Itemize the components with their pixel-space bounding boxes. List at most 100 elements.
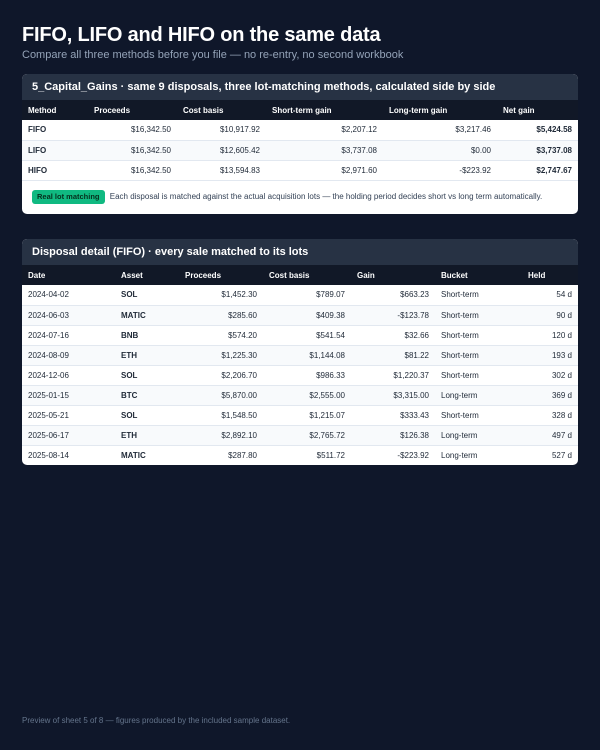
method-cell: HIFO bbox=[28, 165, 48, 175]
method-cell: FIFO bbox=[22, 120, 88, 141]
table-row[interactable]: 2024-06-03 MATIC $285.60 $409.38 -$123.78 Sho… bbox=[22, 305, 578, 326]
gain-cell: -$223.92 bbox=[397, 450, 429, 460]
held-cell: 527 d bbox=[551, 450, 572, 460]
cost-basis-cell: $2,555.00 bbox=[263, 385, 351, 406]
short-term-cell: $3,737.08 bbox=[266, 140, 383, 161]
proceeds-cell: $285.60 bbox=[179, 305, 263, 326]
asset-cell: ETH bbox=[115, 425, 179, 446]
proceeds-cell: $2,206.70 bbox=[179, 365, 263, 386]
long-term-cell: $3,217.46 bbox=[383, 120, 497, 141]
table-row[interactable]: 2025-01-15 BTC $5,870.00 $2,555.00 $3,315.00… bbox=[22, 385, 578, 406]
summary-card: 5_Capital_Gains · same 9 disposals, thre… bbox=[22, 74, 578, 214]
asset-cell: SOL bbox=[115, 405, 179, 426]
footer-note: Preview of sheet 5 of 8 — figures produc… bbox=[22, 716, 291, 725]
summary-header-row: Method Proceeds Cost basis Short-term ga… bbox=[22, 100, 578, 120]
page: FIFO, LIFO and HIFO on the same data Com… bbox=[0, 0, 600, 750]
gain-cell: -$123.78 bbox=[351, 305, 435, 326]
col-cost-basis[interactable]: Cost basis bbox=[263, 265, 351, 285]
table-row[interactable]: 2024-08-09 ETH $1,225.30 $1,144.08 $81.22 Sho… bbox=[22, 345, 578, 366]
summary-heading: 5_Capital_Gains · same 9 disposals, thre… bbox=[22, 74, 578, 100]
cost-basis-cell: $1,144.08 bbox=[263, 345, 351, 366]
col-held[interactable]: Held bbox=[522, 265, 578, 285]
table-row[interactable]: 2025-06-17 ETH $2,892.10 $2,765.72 $126.38 Lo… bbox=[22, 425, 578, 446]
held-cell: 90 d bbox=[522, 305, 578, 326]
table-row[interactable]: 2024-12-06 SOL $2,206.70 $986.33 $1,220.37 Sh… bbox=[22, 365, 578, 386]
proceeds-cell: $5,870.00 bbox=[179, 385, 263, 406]
cost-basis-cell: $1,215.07 bbox=[263, 405, 351, 426]
col-proceeds[interactable]: Proceeds bbox=[88, 100, 177, 120]
proceeds-cell: $574.20 bbox=[179, 325, 263, 346]
date-cell: 2025-05-21 bbox=[22, 405, 115, 426]
real-lot-matching-badge: Real lot matching bbox=[32, 190, 105, 204]
bucket-cell: Short-term bbox=[435, 365, 522, 386]
gain-cell: $1,220.37 bbox=[351, 365, 435, 386]
cost-basis-cell: $986.33 bbox=[263, 365, 351, 386]
cost-basis-cell: $511.72 bbox=[316, 450, 345, 460]
table-row[interactable]: 2024-07-16 BNB $574.20 $541.54 $32.66 Short-t… bbox=[22, 325, 578, 346]
gain-cell: $663.23 bbox=[351, 285, 435, 306]
bucket-cell: Long-term bbox=[441, 450, 478, 460]
held-cell: 328 d bbox=[522, 405, 578, 426]
date-cell: 2024-07-16 bbox=[22, 325, 115, 346]
proceeds-cell: $16,342.50 bbox=[88, 120, 177, 141]
held-cell: 54 d bbox=[522, 285, 578, 306]
col-bucket[interactable]: Bucket bbox=[435, 265, 522, 285]
long-term-cell: $0.00 bbox=[383, 140, 497, 161]
proceeds-cell: $1,548.50 bbox=[179, 405, 263, 426]
col-method[interactable]: Method bbox=[22, 100, 88, 120]
cost-basis-cell: $409.38 bbox=[263, 305, 351, 326]
table-row[interactable]: 2025-08-14 MATIC $287.80 $511.72 -$223.92 Lon… bbox=[22, 445, 578, 465]
table-row[interactable]: FIFO $16,342.50 $10,917.92 $2,207.12 $3,… bbox=[22, 120, 578, 141]
asset-cell: MATIC bbox=[121, 450, 146, 460]
proceeds-cell: $287.80 bbox=[228, 450, 257, 460]
short-term-cell: $2,971.60 bbox=[341, 165, 377, 175]
gain-cell: $81.22 bbox=[351, 345, 435, 366]
held-cell: 302 d bbox=[522, 365, 578, 386]
cost-basis-cell: $13,594.83 bbox=[219, 165, 260, 175]
asset-cell: SOL bbox=[115, 285, 179, 306]
table-row[interactable]: 2025-05-21 SOL $1,548.50 $1,215.07 $333.43 Sh… bbox=[22, 405, 578, 426]
net-gain-cell: $5,424.58 bbox=[497, 120, 578, 141]
proceeds-cell: $1,225.30 bbox=[179, 345, 263, 366]
col-cost-basis[interactable]: Cost basis bbox=[177, 100, 266, 120]
held-cell: 193 d bbox=[522, 345, 578, 366]
proceeds-cell: $1,452.30 bbox=[179, 285, 263, 306]
cost-basis-cell: $541.54 bbox=[263, 325, 351, 346]
detail-card: Disposal detail (FIFO) · every sale matc… bbox=[22, 239, 578, 465]
col-proceeds[interactable]: Proceeds bbox=[179, 265, 263, 285]
long-term-cell: -$223.92 bbox=[459, 165, 491, 175]
detail-header-row: Date Asset Proceeds Cost basis Gain Buck… bbox=[22, 265, 578, 285]
table-row[interactable]: 2024-04-02 SOL $1,452.30 $789.07 $663.23 Shor… bbox=[22, 285, 578, 306]
bucket-cell: Short-term bbox=[435, 285, 522, 306]
table-row[interactable]: HIFO $16,342.50 $13,594.83 $2,971.60 -$2… bbox=[22, 160, 578, 180]
bucket-cell: Short-term bbox=[435, 325, 522, 346]
col-short-term-gain[interactable]: Short-term gain bbox=[266, 100, 383, 120]
col-gain[interactable]: Gain bbox=[351, 265, 435, 285]
date-cell: 2024-08-09 bbox=[22, 345, 115, 366]
date-cell: 2025-01-15 bbox=[22, 385, 115, 406]
asset-cell: BTC bbox=[115, 385, 179, 406]
col-long-term-gain[interactable]: Long-term gain bbox=[383, 100, 497, 120]
col-net-gain[interactable]: Net gain bbox=[497, 100, 578, 120]
cost-basis-cell: $789.07 bbox=[263, 285, 351, 306]
net-gain-cell: $2,747.67 bbox=[536, 165, 572, 175]
asset-cell: ETH bbox=[115, 345, 179, 366]
asset-cell: MATIC bbox=[115, 305, 179, 326]
col-asset[interactable]: Asset bbox=[115, 265, 179, 285]
col-date[interactable]: Date bbox=[22, 265, 115, 285]
date-cell: 2025-08-14 bbox=[28, 450, 69, 460]
proceeds-cell: $2,892.10 bbox=[179, 425, 263, 446]
detail-heading: Disposal detail (FIFO) · every sale matc… bbox=[22, 239, 578, 265]
bucket-cell: Long-term bbox=[435, 385, 522, 406]
held-cell: 120 d bbox=[522, 325, 578, 346]
page-title: FIFO, LIFO and HIFO on the same data bbox=[22, 24, 381, 46]
net-gain-cell: $3,737.08 bbox=[497, 140, 578, 161]
detail-table: Date Asset Proceeds Cost basis Gain Buck… bbox=[22, 265, 578, 465]
method-cell: LIFO bbox=[22, 140, 88, 161]
proceeds-cell: $16,342.50 bbox=[88, 140, 177, 161]
table-row[interactable]: LIFO $16,342.50 $12,605.42 $3,737.08 $0.… bbox=[22, 140, 578, 161]
gain-cell: $333.43 bbox=[351, 405, 435, 426]
cost-basis-cell: $10,917.92 bbox=[177, 120, 266, 141]
bucket-cell: Short-term bbox=[435, 305, 522, 326]
held-cell: 369 d bbox=[522, 385, 578, 406]
